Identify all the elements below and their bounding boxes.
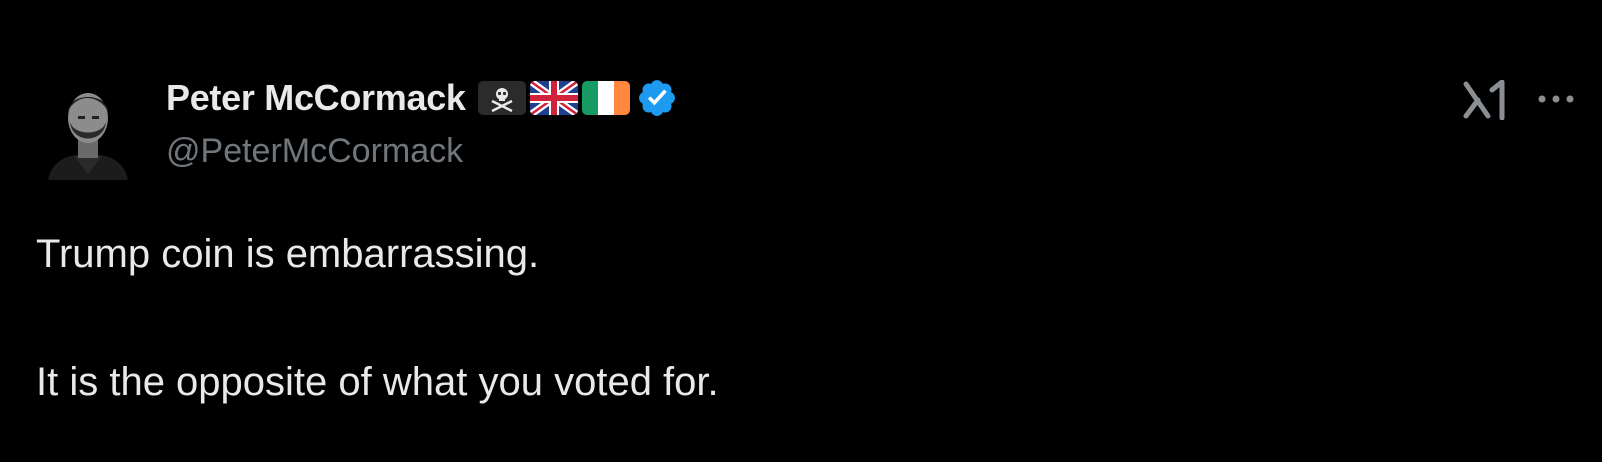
author-name-row: Peter McCormack: [166, 76, 678, 120]
tweet-text-line: It is the opposite of what you voted for…: [36, 360, 719, 404]
tweet-text-line: Trump coin is embarrassing.: [36, 232, 540, 276]
author-display-name[interactable]: Peter McCormack: [166, 77, 466, 119]
pirate-flag-icon: [477, 81, 526, 115]
uk-flag-icon: [529, 81, 578, 115]
paragraph-break: [36, 286, 1536, 350]
tweet-text: Trump coin is embarrassing. It is the op…: [36, 222, 1536, 414]
name-emojis: [477, 81, 630, 115]
more-icon[interactable]: [1536, 92, 1576, 106]
author-handle[interactable]: @PeterMcCormack: [166, 132, 463, 171]
grok-icon[interactable]: [1462, 80, 1508, 120]
verified-badge-icon[interactable]: [636, 77, 678, 119]
tweet-card: Peter McCormack @PeterMcCormack Trump co…: [0, 0, 1602, 462]
ireland-flag-icon: [581, 81, 630, 115]
avatar[interactable]: [44, 78, 132, 180]
